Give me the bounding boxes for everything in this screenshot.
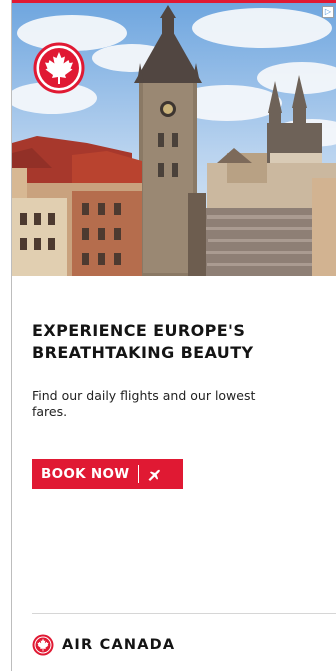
headline-line-2: BREATHTAKING BEAUTY [32, 343, 254, 362]
body-text: Find our daily flights and our lowest fa… [32, 388, 256, 419]
brand-name: AIR CANADA [62, 637, 176, 653]
adchoices-icon[interactable]: ▷ [322, 6, 334, 18]
hero-image[interactable] [12, 3, 336, 276]
brand-logo[interactable]: AIR CANADA [32, 634, 175, 656]
ad-copy: EXPERIENCE EUROPE'S BREATHTAKING BEAUTY … [32, 320, 322, 420]
book-now-button[interactable]: BOOK NOW [32, 459, 183, 489]
maple-leaf-icon [32, 41, 86, 95]
book-now-label: BOOK NOW [41, 466, 130, 482]
headline-line-1: EXPERIENCE EUROPE'S [32, 321, 246, 340]
cta-separator [138, 465, 140, 483]
headline: EXPERIENCE EUROPE'S BREATHTAKING BEAUTY [32, 320, 322, 364]
maple-leaf-icon [32, 634, 54, 656]
plane-icon [148, 469, 161, 481]
footer-divider [32, 613, 336, 614]
ad-banner[interactable]: ▷ EXPERIENCE EUROPE'S BREATHTAKING BEAUT… [11, 0, 336, 671]
